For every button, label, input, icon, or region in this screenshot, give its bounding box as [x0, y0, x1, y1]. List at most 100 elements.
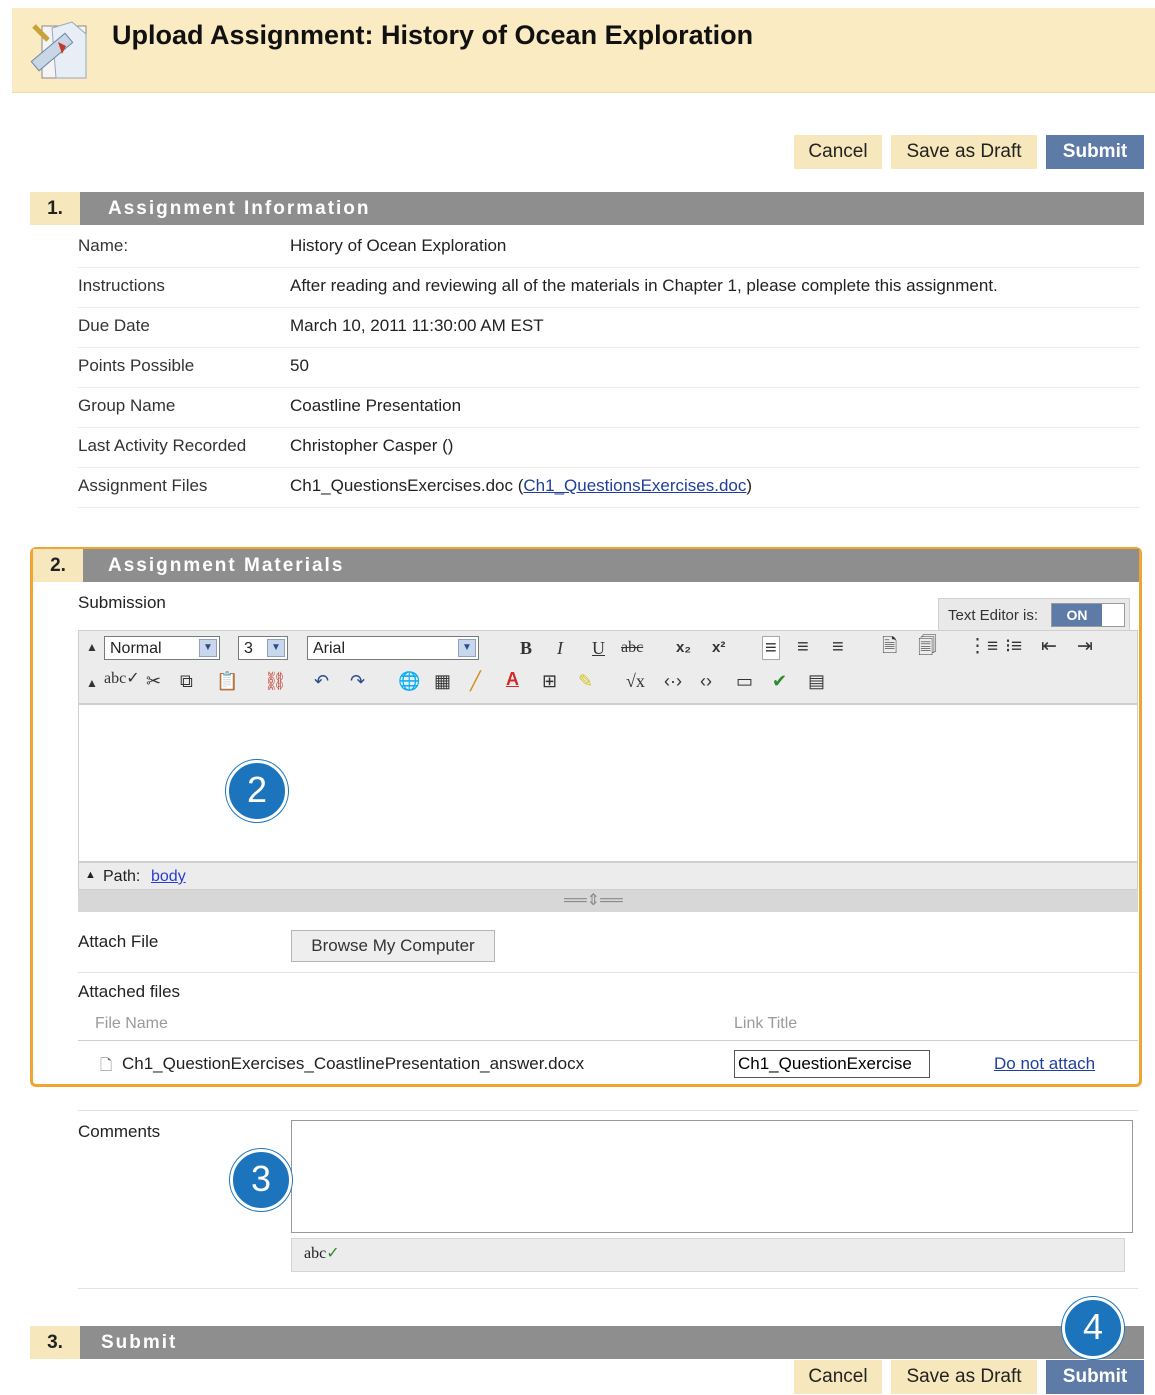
spellcheck-icon[interactable]: abc✓ — [304, 1243, 340, 1263]
divider — [78, 1040, 1138, 1041]
size-select-value: 3 — [244, 640, 253, 657]
path-body-link[interactable]: body — [151, 868, 186, 886]
superscript-icon[interactable]: x² — [712, 637, 725, 659]
redo-icon[interactable]: ↷ — [350, 670, 365, 692]
html-code-icon[interactable]: ‹› — [700, 670, 712, 692]
cut-icon[interactable]: ✂ — [146, 670, 161, 692]
assignment-file-link[interactable]: Ch1_QuestionsExercises.doc — [523, 476, 746, 495]
format-select[interactable]: Normal ▼ — [104, 636, 220, 660]
section-assignment-materials: 2. Assignment Materials — [33, 549, 1139, 582]
preview-icon[interactable]: 🗎 — [882, 636, 897, 658]
save-draft-button-top[interactable]: Save as Draft — [891, 135, 1037, 169]
undo-icon[interactable]: ↶ — [314, 670, 329, 692]
indent-icon[interactable]: ⇥ — [1077, 636, 1093, 658]
page-title: Upload Assignment: History of Ocean Expl… — [112, 20, 754, 50]
save-draft-button-bottom[interactable]: Save as Draft — [891, 1360, 1037, 1394]
info-value: History of Ocean Exploration — [290, 236, 507, 255]
strikethrough-icon[interactable]: abc — [621, 637, 643, 659]
info-row: Instructions After reading and reviewing… — [78, 267, 1140, 308]
size-select[interactable]: 3 ▼ — [238, 636, 288, 660]
collapse-toolbar-icon[interactable]: ▲ — [86, 636, 98, 658]
info-row: Assignment Files Ch1_QuestionsExercises.… — [78, 467, 1140, 508]
section-assignment-information: 1. Assignment Information — [30, 192, 1144, 225]
align-right-icon[interactable]: ≡ — [832, 636, 844, 658]
info-value: Christopher Casper () — [290, 436, 454, 455]
copy-icon[interactable]: ⧉ — [180, 670, 193, 692]
highlight-pen-icon[interactable]: ╱ — [470, 670, 481, 692]
comments-textarea[interactable] — [291, 1120, 1133, 1233]
text-editor-toggle[interactable]: ON — [1051, 603, 1125, 627]
info-value: After reading and reviewing all of the m… — [290, 276, 998, 295]
editor-path-bar: ▲ Path: body — [78, 862, 1138, 890]
submission-label: Submission — [78, 593, 166, 612]
cancel-button-bottom[interactable]: Cancel — [794, 1360, 882, 1394]
font-select[interactable]: Arial ▼ — [307, 636, 479, 660]
collapse-toolbar-icon[interactable]: ▲ — [86, 672, 98, 694]
text-editor-toggle-panel: Text Editor is: ON — [938, 598, 1130, 632]
math-equation-icon[interactable]: √x — [626, 670, 645, 692]
editor-resize-handle[interactable]: ══⇕══ — [78, 890, 1138, 912]
subscript-icon[interactable]: x₂ — [676, 637, 691, 659]
background-color-icon[interactable]: ✎ — [578, 670, 593, 692]
assignment-icon — [28, 20, 92, 91]
mashup-icon[interactable]: ▤ — [808, 670, 825, 692]
info-row: Name: History of Ocean Exploration — [78, 227, 1140, 268]
fullscreen-icon[interactable]: ▭ — [736, 670, 753, 692]
spell-approve-icon[interactable]: ✔ — [772, 670, 787, 692]
insert-link-icon[interactable]: 🌐 — [398, 670, 420, 692]
column-header-file-name: File Name — [95, 1015, 168, 1032]
spellcheck-icon[interactable]: abc✓ — [104, 668, 140, 690]
info-value: Ch1_QuestionsExercises.doc (Ch1_Question… — [290, 476, 752, 496]
info-label: Last Activity Recorded — [78, 436, 247, 455]
embed-code-icon[interactable]: ‹·› — [664, 670, 682, 692]
path-label: Path: — [103, 868, 141, 885]
divider — [78, 1288, 1138, 1289]
text-editor-label: Text Editor is: — [948, 607, 1039, 624]
align-center-icon[interactable]: ≡ — [797, 636, 809, 658]
do-not-attach-link[interactable]: Do not attach — [994, 1054, 1095, 1074]
document-icon: 🗋 — [100, 1057, 113, 1074]
text-editor-state: ON — [1052, 604, 1102, 626]
browse-my-computer-button[interactable]: Browse My Computer — [291, 930, 495, 962]
cancel-button-top[interactable]: Cancel — [794, 135, 882, 169]
chevron-down-icon: ▼ — [267, 639, 285, 657]
spellcheck-text: abc — [304, 1245, 327, 1262]
italic-icon[interactable]: I — [557, 637, 563, 659]
text-color-icon[interactable]: A — [506, 668, 519, 690]
collapse-path-icon[interactable]: ▲ — [85, 869, 96, 881]
outdent-icon[interactable]: ⇤ — [1041, 636, 1057, 658]
link-title-input[interactable] — [734, 1050, 930, 1078]
bullet-list-icon[interactable]: ⁝≡ — [1005, 636, 1022, 658]
bold-icon[interactable]: B — [520, 637, 532, 659]
format-select-value: Normal — [110, 640, 162, 657]
font-select-value: Arial — [313, 640, 346, 657]
align-left-icon[interactable]: ≡ — [762, 636, 780, 660]
callout-badge-2: 2 — [226, 760, 288, 822]
remove-link-icon[interactable]: ⛓ — [264, 670, 287, 692]
assignment-file-suffix: ) — [746, 476, 753, 495]
info-label: Group Name — [78, 396, 176, 415]
info-label: Name: — [78, 236, 129, 255]
numbered-list-icon[interactable]: ⋮≡ — [968, 636, 998, 658]
submit-button-bottom[interactable]: Submit — [1046, 1360, 1144, 1394]
paste-icon[interactable]: 📋 — [216, 670, 238, 692]
divider — [78, 1110, 1138, 1111]
attach-file-label: Attach File — [78, 932, 159, 951]
info-row: Points Possible 50 — [78, 347, 1140, 388]
print-icon[interactable]: 🗐 — [918, 636, 937, 658]
comments-toolbar: abc✓ — [291, 1238, 1125, 1272]
section-title: Assignment Information — [108, 198, 371, 219]
section-number: 2. — [33, 549, 83, 582]
info-label: Points Possible — [78, 356, 195, 375]
underline-icon[interactable]: U — [592, 637, 605, 659]
table-icon[interactable]: ▦ — [434, 670, 451, 692]
info-value: Coastline Presentation — [290, 396, 462, 415]
insert-media-icon[interactable]: ⊞ — [542, 670, 557, 692]
submit-button-top[interactable]: Submit — [1046, 135, 1144, 169]
section-number: 1. — [30, 192, 80, 225]
callout-badge-3: 3 — [230, 1149, 292, 1211]
page-header: Upload Assignment: History of Ocean Expl… — [12, 8, 1155, 93]
chevron-down-icon: ▼ — [199, 639, 217, 657]
callout-badge-4: 4 — [1062, 1297, 1124, 1359]
section-number: 3. — [30, 1326, 80, 1359]
